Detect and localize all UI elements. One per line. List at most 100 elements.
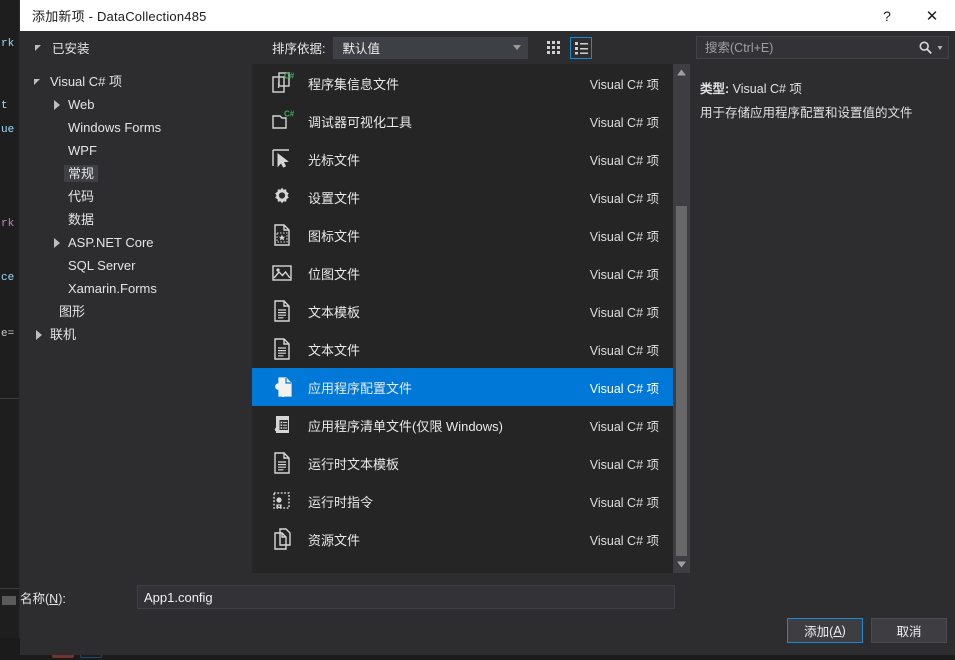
tree-item-label: ASP.NET Core	[68, 235, 154, 250]
template-list-item[interactable]: 文本文件 Visual C# 项	[252, 330, 673, 368]
tree-item-label: Visual C# 项	[50, 74, 123, 89]
grid-icon	[546, 41, 560, 54]
template-type: Visual C# 项	[589, 419, 659, 434]
template-list-item[interactable]: C# 调试器可视化工具 Visual C# 项	[252, 102, 673, 140]
search-input[interactable]	[705, 40, 918, 55]
tree-item-10[interactable]: 图形	[20, 300, 252, 323]
tree-item-8[interactable]: SQL Server	[20, 254, 252, 277]
sort-label: 排序依据:	[272, 42, 326, 56]
template-type: Visual C# 项	[589, 305, 659, 320]
help-button[interactable]: ?	[865, 0, 909, 31]
chevron-down-icon	[937, 46, 943, 50]
svg-text:C#: C#	[284, 110, 295, 119]
tree-item-label: 常规	[64, 165, 99, 182]
chevron-down-icon	[513, 45, 522, 50]
sort-dropdown-value: 默认值	[342, 42, 380, 56]
list-scrollbar[interactable]	[673, 64, 690, 573]
tree-item-3[interactable]: WPF	[20, 139, 252, 162]
text-file-icon	[264, 336, 300, 362]
name-label-post: ):	[58, 591, 66, 606]
template-name: 应用程序清单文件(仅限 Windows)	[308, 418, 504, 434]
template-list-item[interactable]: i C# 程序集信息文件 Visual C# 项	[252, 64, 673, 102]
installed-label: 已安装	[52, 42, 90, 56]
tiles-view-button[interactable]	[542, 37, 564, 59]
list-icon	[574, 42, 588, 55]
template-type: Visual C# 项	[589, 381, 659, 396]
template-type: Visual C# 项	[589, 533, 659, 548]
bg-code-line: ue	[1, 124, 15, 136]
add-label-post: )	[841, 623, 846, 638]
bitmap-file-icon	[264, 260, 300, 286]
template-name: 程序集信息文件	[308, 76, 400, 92]
cancel-button[interactable]: 取消	[871, 618, 947, 643]
tree-item-label: Web	[68, 97, 95, 112]
tree-item-label: 图形	[59, 304, 86, 319]
settings-file-icon	[264, 184, 300, 210]
template-type: Visual C# 项	[589, 191, 659, 206]
template-list-item[interactable]: 文本模板 Visual C# 项	[252, 292, 673, 330]
add-label-key: A	[833, 623, 842, 638]
tree-item-label: 代码	[68, 189, 95, 204]
detail-type-value: Visual C# 项	[732, 82, 802, 96]
tree-item-7[interactable]: ASP.NET Core	[20, 231, 252, 254]
tree-item-2[interactable]: Windows Forms	[20, 116, 252, 139]
template-list-item[interactable]: 运行时文本模板 Visual C# 项	[252, 444, 673, 482]
add-label-pre: 添加(	[804, 625, 834, 639]
template-name: 光标文件	[308, 152, 361, 168]
tree-item-9[interactable]: Xamarin.Forms	[20, 277, 252, 300]
list-view-button[interactable]	[570, 36, 593, 59]
template-name: 运行时指令	[308, 494, 374, 510]
installed-header[interactable]: 已安装	[20, 38, 252, 57]
footer-buttons: 添加(A) 取消	[787, 618, 947, 643]
icon-file-icon	[264, 222, 300, 248]
dialog-toolbar: 已安装 排序依据: 默认值	[20, 31, 955, 64]
detail-description: 用于存储应用程序配置和设置值的文件	[700, 105, 913, 120]
bg-code-line: rk	[1, 38, 15, 50]
tree-item-0[interactable]: Visual C# 项	[20, 70, 252, 93]
dialog-title: 添加新项 - DataCollection485	[32, 9, 207, 24]
template-list-item[interactable]: 光标文件 Visual C# 项	[252, 140, 673, 178]
scrollbar-thumb[interactable]	[676, 206, 687, 571]
template-list-column: i C# 程序集信息文件 Visual C# 项 C# 调试器可视化工具 Visual …	[252, 64, 690, 573]
cursor-file-icon	[264, 146, 300, 172]
tree-item-11[interactable]: 联机	[20, 323, 252, 346]
template-list-item[interactable]: 图标文件 Visual C# 项	[252, 216, 673, 254]
bg-code-line: t	[1, 100, 8, 112]
name-row: 名称(N):	[20, 585, 675, 609]
bg-code-line: rk	[1, 218, 15, 230]
tree-item-label: WPF	[68, 143, 97, 158]
search-icon-group[interactable]	[918, 40, 944, 55]
template-list: i C# 程序集信息文件 Visual C# 项 C# 调试器可视化工具 Visual …	[252, 64, 673, 573]
tree-item-label: SQL Server	[68, 258, 136, 273]
sort-controls: 排序依据: 默认值	[272, 36, 529, 59]
dialog-body: Visual C# 项 Web Windows Forms WPF 常规代码数据 ASP.…	[20, 64, 955, 573]
tree-item-5[interactable]: 代码	[20, 185, 252, 208]
dialog-titlebar: 添加新项 - DataCollection485 ? ✕	[20, 0, 955, 31]
template-list-item[interactable]: 运行时指令 Visual C# 项	[252, 482, 673, 520]
detail-pane: 类型: Visual C# 项 用于存储应用程序配置和设置值的文件	[690, 64, 955, 573]
template-list-item[interactable]: 位图文件 Visual C# 项	[252, 254, 673, 292]
template-list-item[interactable]: 资源文件 Visual C# 项	[252, 520, 673, 558]
app-config-file-icon	[264, 374, 300, 400]
scroll-down-arrow[interactable]	[673, 556, 690, 573]
view-mode-buttons	[542, 36, 593, 59]
template-name: 调试器可视化工具	[308, 114, 413, 130]
tree-item-6[interactable]: 数据	[20, 208, 252, 231]
template-list-item[interactable]: 应用程序配置文件 Visual C# 项	[252, 368, 673, 406]
search-icon	[919, 41, 932, 55]
template-list-item[interactable]: 应用程序清单文件(仅限 Windows) Visual C# 项	[252, 406, 673, 444]
tree-item-1[interactable]: Web	[20, 93, 252, 116]
background-code-editor: rk t ue rk ce e=	[0, 0, 20, 660]
template-list-item[interactable]: 设置文件 Visual C# 项	[252, 178, 673, 216]
close-button[interactable]: ✕	[909, 0, 955, 31]
chevron-right-icon	[52, 237, 62, 248]
search-box[interactable]	[696, 36, 949, 59]
name-input[interactable]	[137, 585, 675, 609]
template-type: Visual C# 项	[589, 115, 659, 130]
name-label-key: N	[49, 591, 59, 606]
tree-item-4[interactable]: 常规	[20, 162, 252, 185]
scroll-up-arrow[interactable]	[673, 64, 690, 81]
runtime-text-template-icon	[264, 450, 300, 476]
sort-dropdown[interactable]: 默认值	[333, 36, 529, 59]
add-button[interactable]: 添加(A)	[787, 618, 863, 643]
